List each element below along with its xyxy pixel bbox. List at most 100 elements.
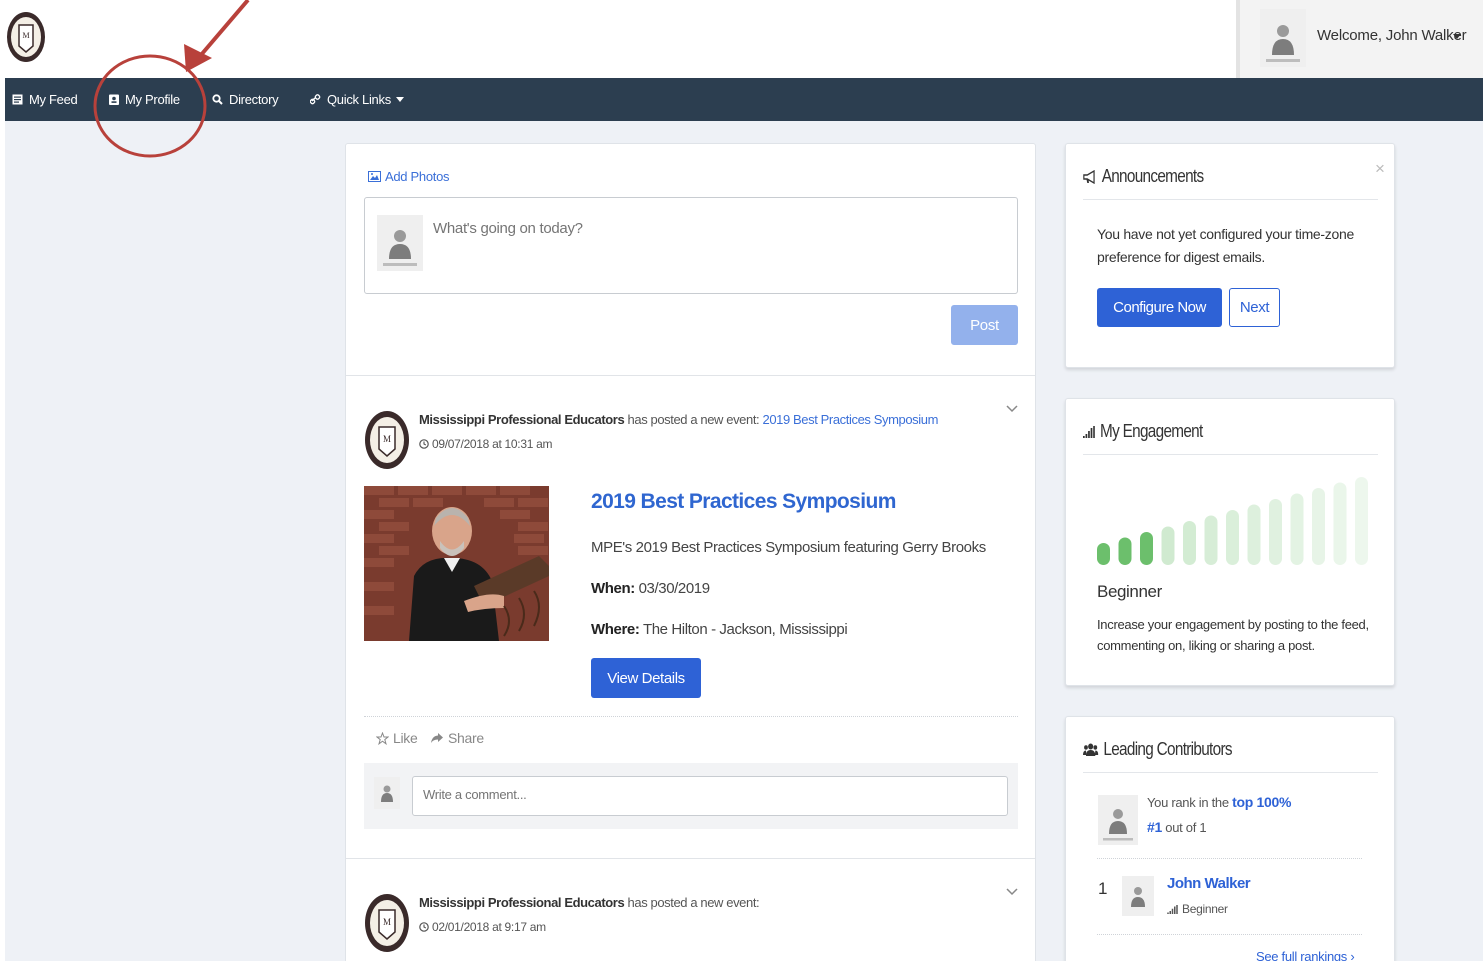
engagement-bar xyxy=(1118,537,1132,565)
engagement-title: My Engagement xyxy=(1083,421,1203,442)
nav-label: My Feed xyxy=(29,92,78,107)
caret-down-icon xyxy=(395,97,404,102)
leading-contributors-card: Leading Contributors You rank in the top… xyxy=(1065,716,1395,961)
top-header: M Welcome, John Walker xyxy=(0,0,1483,78)
org-logo: M xyxy=(365,411,409,469)
post-author[interactable]: Mississippi Professional Educators xyxy=(419,412,625,427)
share-button[interactable]: Share xyxy=(430,730,484,746)
divider xyxy=(346,375,1035,376)
event-description: MPE's 2019 Best Practices Symposium feat… xyxy=(591,539,986,556)
avatar xyxy=(1122,876,1154,916)
clock-icon xyxy=(419,439,429,449)
where-label: Where: xyxy=(591,621,640,638)
add-photos-label: Add Photos xyxy=(385,169,450,184)
clock-icon xyxy=(419,922,429,932)
left-edge xyxy=(0,78,5,961)
engagement-level: Beginner xyxy=(1097,582,1162,601)
rank-out-of: out of 1 xyxy=(1165,820,1207,835)
post-button[interactable]: Post xyxy=(951,305,1018,345)
event-title[interactable]: 2019 Best Practices Symposium xyxy=(591,490,896,514)
org-logo[interactable]: M xyxy=(6,8,46,66)
post-action: has posted a new event: xyxy=(627,895,760,910)
nav-label: Directory xyxy=(229,92,279,107)
org-logo: M xyxy=(365,894,409,952)
divider xyxy=(1083,454,1378,455)
nav-item-quick-links[interactable]: Quick Links xyxy=(310,78,404,121)
rank-number: #1 xyxy=(1147,819,1162,835)
title-text: My Engagement xyxy=(1100,421,1203,441)
welcome-text: Welcome, John Walker xyxy=(1317,27,1467,44)
announcement-text: You have not yet configured your time-zo… xyxy=(1097,226,1354,265)
nav-item-directory[interactable]: Directory xyxy=(212,78,279,121)
timestamp-text: 09/07/2018 at 10:31 am xyxy=(432,437,553,451)
engagement-bar xyxy=(1097,543,1110,565)
contributor-rank: 1 xyxy=(1098,879,1108,898)
feed-card: Add Photos Post M Mississippi Profession… xyxy=(345,143,1036,961)
signal-bars-icon xyxy=(1083,425,1095,438)
view-details-button[interactable]: View Details xyxy=(591,658,701,698)
caret-down-icon xyxy=(1453,34,1461,39)
share-icon xyxy=(431,733,443,743)
svg-text:M: M xyxy=(383,434,391,444)
divider xyxy=(364,716,1018,717)
star-icon xyxy=(376,731,389,745)
like-button[interactable]: Like xyxy=(376,730,418,746)
event-where: Where: The Hilton - Jackson, Mississippi xyxy=(591,621,848,638)
id-badge-icon xyxy=(109,94,119,105)
where-value: The Hilton - Jackson, Mississippi xyxy=(642,621,848,638)
post-timestamp: 02/01/2018 at 9:17 am xyxy=(419,920,546,934)
announcements-title: Announcements xyxy=(1083,166,1204,187)
divider xyxy=(1083,772,1378,773)
add-photos-link[interactable]: Add Photos xyxy=(368,169,450,184)
svg-text:M: M xyxy=(22,31,29,40)
close-icon[interactable]: × xyxy=(1375,159,1385,179)
post-action: has posted a new event: xyxy=(627,412,760,427)
contributor-name[interactable]: John Walker xyxy=(1167,875,1251,892)
engagement-bar xyxy=(1183,521,1196,565)
post-header: Mississippi Professional Educators has p… xyxy=(419,412,938,427)
users-icon xyxy=(1083,743,1099,756)
engagement-bar xyxy=(1355,477,1368,565)
chevron-down-icon[interactable] xyxy=(1006,405,1018,413)
nav-item-my-profile[interactable]: My Profile xyxy=(109,78,180,121)
engagement-bar xyxy=(1312,488,1325,565)
engagement-bar xyxy=(1290,493,1304,565)
avatar xyxy=(1260,9,1306,67)
engagement-description: Increase your engagement by posting to t… xyxy=(1097,617,1369,653)
rank-prefix: You rank in the xyxy=(1147,795,1229,810)
next-button[interactable]: Next xyxy=(1229,288,1280,327)
divider xyxy=(346,858,1035,859)
avatar xyxy=(1098,795,1138,845)
svg-text:M: M xyxy=(383,917,391,927)
engagement-bar xyxy=(1204,515,1218,565)
see-full-rankings-link[interactable]: See full rankings › xyxy=(1256,949,1355,961)
engagement-bar xyxy=(1333,482,1347,565)
nav-label: My Profile xyxy=(125,92,180,107)
engagement-bar xyxy=(1161,526,1175,565)
contributor-level: Beginner xyxy=(1167,902,1228,916)
search-icon xyxy=(212,94,223,105)
divider xyxy=(1097,934,1362,935)
megaphone-icon xyxy=(1083,169,1095,184)
event-link[interactable]: 2019 Best Practices Symposium xyxy=(762,412,938,427)
nav-item-my-feed[interactable]: My Feed xyxy=(12,78,78,121)
when-value: 03/30/2019 xyxy=(638,580,710,597)
post-input[interactable] xyxy=(433,220,993,237)
configure-now-button[interactable]: Configure Now xyxy=(1097,288,1222,327)
engagement-bar xyxy=(1226,510,1239,565)
level-text: Beginner xyxy=(1182,902,1228,916)
image-icon xyxy=(368,171,381,182)
main-nav: My Feed My Profile Directory Quick Links xyxy=(5,78,1483,121)
event-photo[interactable] xyxy=(364,486,549,641)
engagement-meter xyxy=(1097,477,1368,565)
newspaper-icon xyxy=(12,94,23,105)
divider xyxy=(1097,858,1362,859)
rank-summary: You rank in the top 100% xyxy=(1147,794,1291,810)
rank-top: top 100% xyxy=(1232,794,1292,810)
user-menu[interactable]: Welcome, John Walker xyxy=(1236,0,1483,78)
post-composer[interactable] xyxy=(364,197,1018,294)
post-author[interactable]: Mississippi Professional Educators xyxy=(419,895,625,910)
comment-input[interactable] xyxy=(412,776,1008,816)
comment-area xyxy=(364,763,1018,829)
chevron-down-icon[interactable] xyxy=(1006,888,1018,896)
